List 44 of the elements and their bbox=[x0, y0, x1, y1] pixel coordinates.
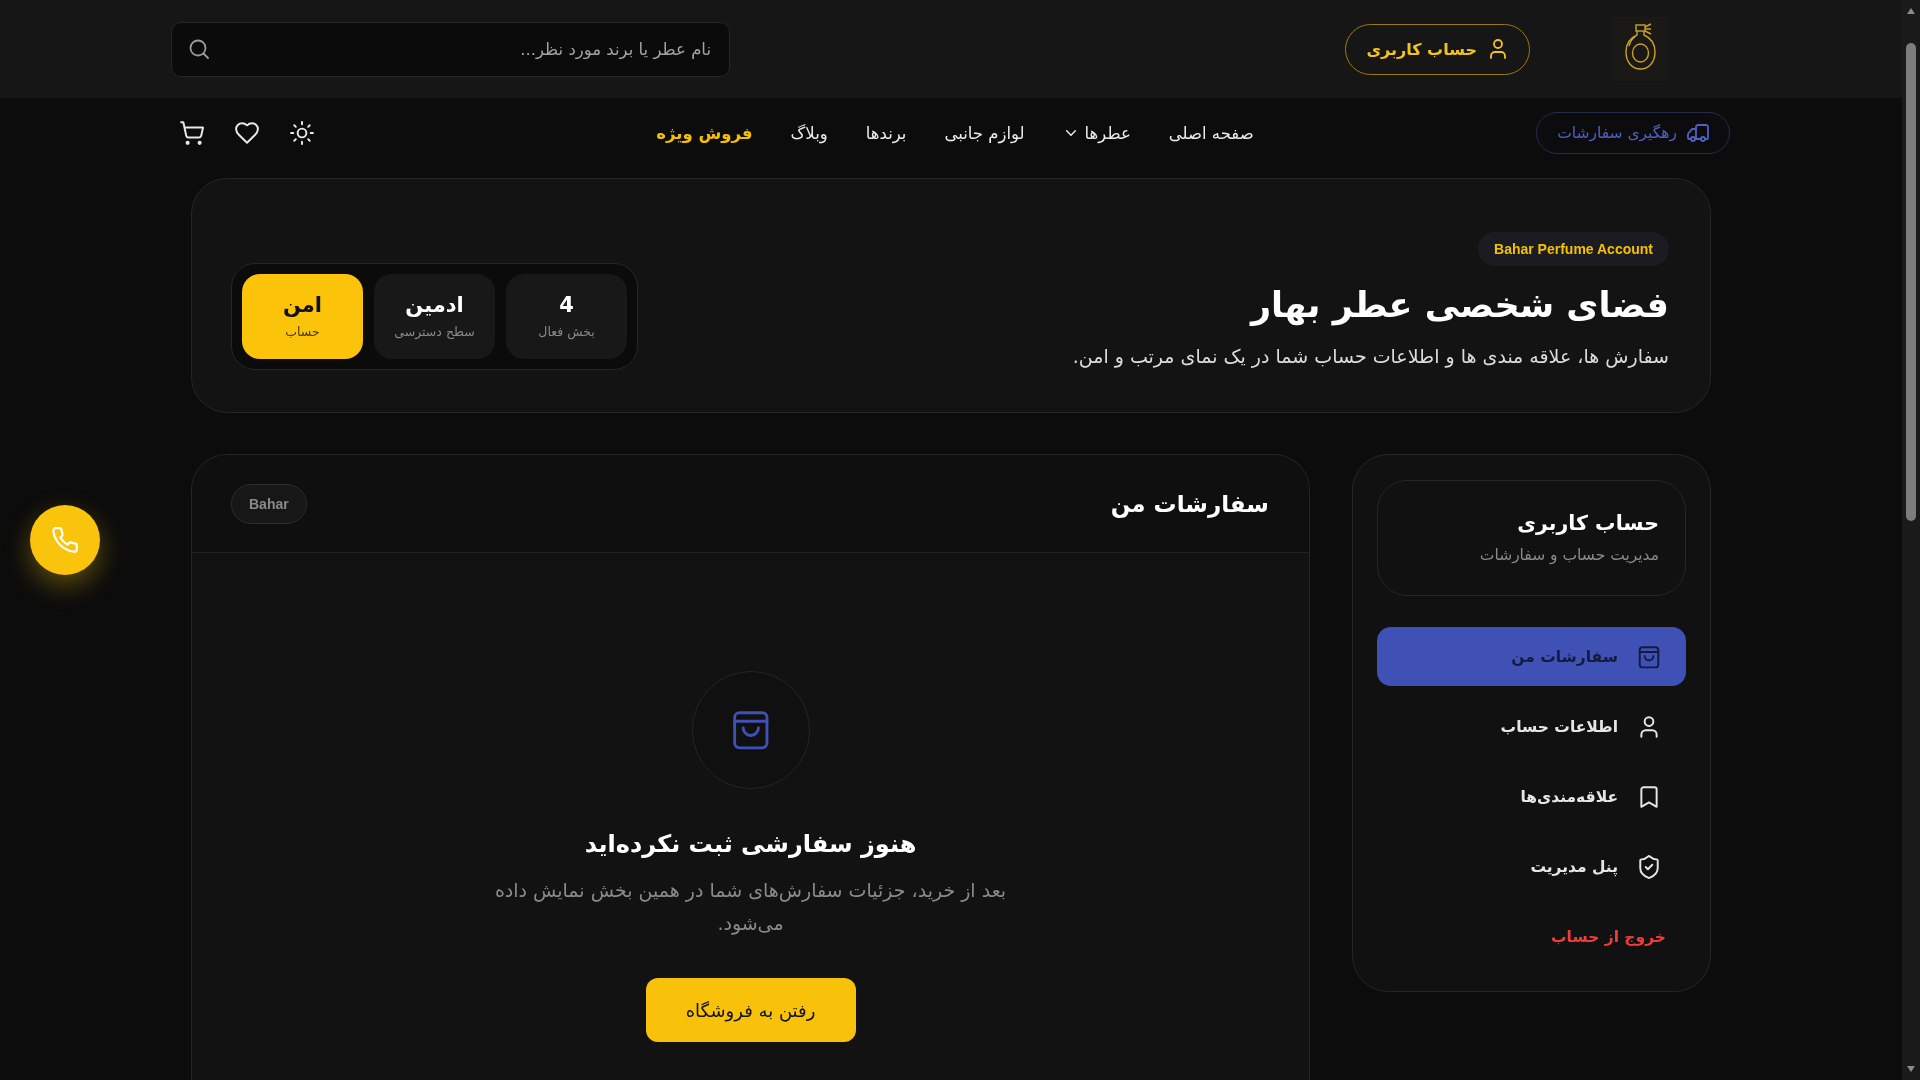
phone-icon bbox=[52, 527, 78, 553]
sidebar-item[interactable]: علاقه‌مندی‌ها bbox=[1377, 767, 1686, 826]
nav-link[interactable]: لوازم جانبی bbox=[944, 123, 1025, 143]
shield-check-icon bbox=[1637, 854, 1661, 879]
scrollbar-thumb[interactable] bbox=[1906, 43, 1916, 521]
cart-icon[interactable] bbox=[180, 121, 204, 145]
name-badge: Bahar bbox=[231, 483, 307, 524]
nav-link[interactable]: وبلاگ bbox=[790, 123, 828, 143]
empty-state-heading: هنوز سفارشی ثبت نکرده‌اید bbox=[584, 829, 917, 860]
heart-icon[interactable] bbox=[235, 121, 259, 145]
nav-link[interactable]: برندها bbox=[865, 123, 907, 143]
truck-icon bbox=[1687, 122, 1709, 144]
stat-label: سطح دسترسی bbox=[394, 323, 475, 339]
stat-label: حساب bbox=[285, 323, 320, 339]
sidebar-item[interactable]: پنل مدیریت bbox=[1377, 837, 1686, 896]
shopping-bag-icon bbox=[1637, 644, 1661, 669]
label-badge: Bahar Perfume Account bbox=[1478, 231, 1669, 266]
scroll-up-arrow-icon[interactable] bbox=[1907, 8, 1915, 14]
logout-link[interactable]: خروج از حساب bbox=[1377, 907, 1686, 966]
shopping-bag-icon bbox=[691, 671, 810, 789]
nav-link[interactable]: عطرها bbox=[1062, 123, 1131, 143]
stat-value: 4 bbox=[559, 294, 574, 318]
user-icon bbox=[1637, 714, 1661, 739]
sidebar-subtitle: مدیریت حساب و سفارشات bbox=[1479, 546, 1659, 565]
call-button[interactable] bbox=[30, 505, 100, 575]
nav-link[interactable]: صفحه اصلی bbox=[1168, 123, 1254, 143]
track-orders-button[interactable]: رهگیری سفارشات bbox=[1536, 112, 1730, 154]
bookmark-icon bbox=[1637, 784, 1661, 809]
sun-icon[interactable] bbox=[290, 121, 314, 145]
shop-button[interactable]: رفتن به فروشگاه bbox=[645, 978, 856, 1043]
empty-state-message: بعد از خرید، جزئیات سفارش‌های شما در همین بخش نمایش داده می‌شود. bbox=[493, 878, 1008, 937]
page-subtitle: سفارش ها، علاقه مندی ها و اطلاعات حساب شما در یک نمای مرتب و امن. bbox=[1072, 344, 1669, 370]
stat-value: ادمین bbox=[405, 294, 464, 318]
nav-link[interactable]: فروش ویژه bbox=[656, 123, 753, 143]
section-title: سفارشات من bbox=[1110, 490, 1269, 517]
sidebar-item[interactable]: اطلاعات حساب bbox=[1377, 697, 1686, 756]
sidebar-title: حساب کاربری bbox=[1517, 511, 1659, 536]
search-field[interactable]: نام عطر یا برند مورد نظر... bbox=[171, 21, 730, 77]
stat-label: بخش فعال bbox=[538, 323, 595, 339]
search-icon bbox=[188, 37, 210, 60]
page-title: فضای شخصی عطر بهار bbox=[1250, 283, 1669, 328]
stat-value: امن bbox=[282, 294, 323, 318]
user-icon bbox=[1487, 38, 1509, 60]
scroll-down-arrow-icon[interactable] bbox=[1907, 1066, 1915, 1072]
